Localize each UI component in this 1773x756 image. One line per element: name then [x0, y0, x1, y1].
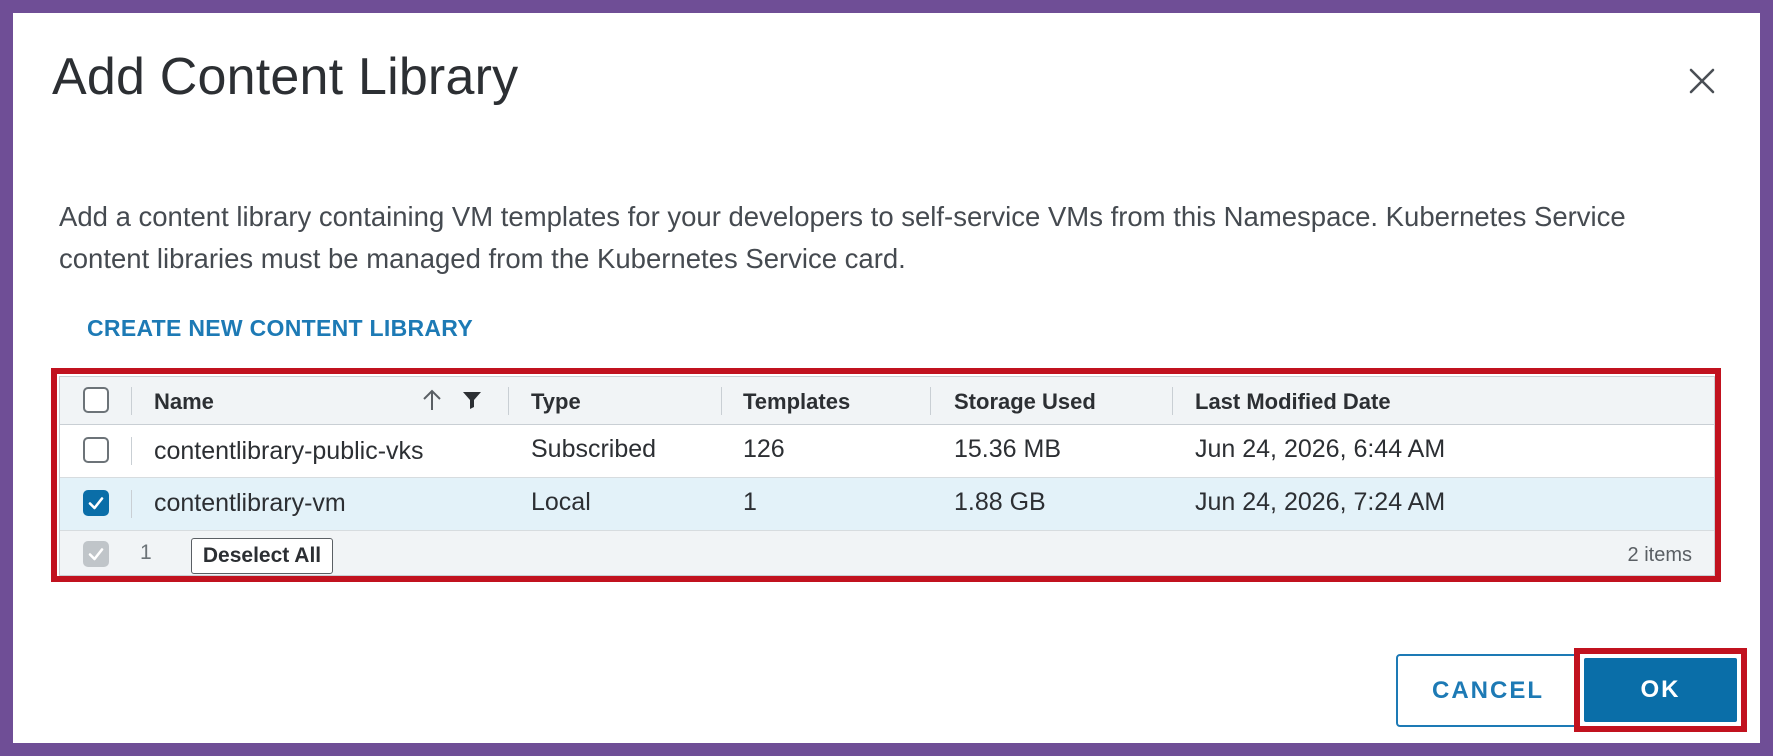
grid-header: Name Type Templates Storage Used Last Mo…	[60, 377, 1714, 425]
selection-indicator-checkbox	[83, 541, 109, 567]
column-header-name[interactable]: Name	[154, 389, 214, 415]
library-last-modified: Jun 24, 2026, 6:44 AM	[1195, 435, 1446, 463]
column-divider	[131, 387, 132, 415]
column-divider	[930, 387, 931, 415]
library-type: Local	[531, 488, 591, 516]
checkmark-icon	[88, 497, 104, 510]
arrow-up-icon[interactable]	[420, 386, 444, 419]
library-templates: 126	[743, 435, 785, 463]
ok-button-highlight: OK	[1574, 648, 1747, 732]
table-row-selected[interactable]: contentlibrary-vm Local 1 1.88 GB Jun 24…	[60, 478, 1714, 531]
dialog-description: Add a content library containing VM temp…	[59, 201, 1626, 274]
column-divider	[508, 387, 509, 415]
create-new-content-library-link[interactable]: CREATE NEW CONTENT LIBRARY	[87, 315, 473, 342]
library-name: contentlibrary-public-vks	[154, 437, 424, 465]
column-header-templates[interactable]: Templates	[743, 389, 850, 415]
filter-icon[interactable]	[461, 390, 483, 415]
add-content-library-dialog: Add Content Library Add a content librar…	[13, 13, 1760, 743]
column-divider	[1172, 387, 1173, 415]
column-divider	[131, 437, 132, 465]
checkmark-icon	[88, 548, 104, 561]
close-icon[interactable]	[1682, 61, 1722, 101]
column-header-storage-used[interactable]: Storage Used	[954, 389, 1096, 415]
items-count: 2 items	[1627, 544, 1692, 566]
library-type: Subscribed	[531, 435, 657, 463]
library-templates: 1	[743, 488, 757, 516]
content-library-grid: Name Type Templates Storage Used Last Mo…	[59, 376, 1715, 576]
select-all-checkbox[interactable]	[83, 387, 109, 413]
library-last-modified: Jun 24, 2026, 7:24 AM	[1195, 488, 1446, 516]
cancel-button[interactable]: CANCEL	[1396, 654, 1580, 727]
ok-button[interactable]: OK	[1584, 658, 1737, 722]
selected-count: 1	[140, 541, 152, 564]
library-name: contentlibrary-vm	[154, 489, 346, 517]
content-library-grid-highlight: Name Type Templates Storage Used Last Mo…	[51, 368, 1721, 582]
column-divider	[721, 387, 722, 415]
grid-footer: 1 Deselect All 2 items	[60, 531, 1714, 575]
column-header-last-modified[interactable]: Last Modified Date	[1195, 389, 1391, 415]
dialog-title: Add Content Library	[52, 48, 519, 106]
column-divider	[131, 490, 132, 518]
library-storage-used: 1.88 GB	[954, 488, 1046, 516]
library-storage-used: 15.36 MB	[954, 435, 1062, 463]
table-row[interactable]: contentlibrary-public-vks Subscribed 126…	[60, 425, 1714, 478]
row-checkbox[interactable]	[83, 437, 109, 463]
row-checkbox-checked[interactable]	[83, 490, 109, 516]
deselect-all-button[interactable]: Deselect All	[191, 538, 333, 574]
column-header-type[interactable]: Type	[531, 389, 581, 415]
